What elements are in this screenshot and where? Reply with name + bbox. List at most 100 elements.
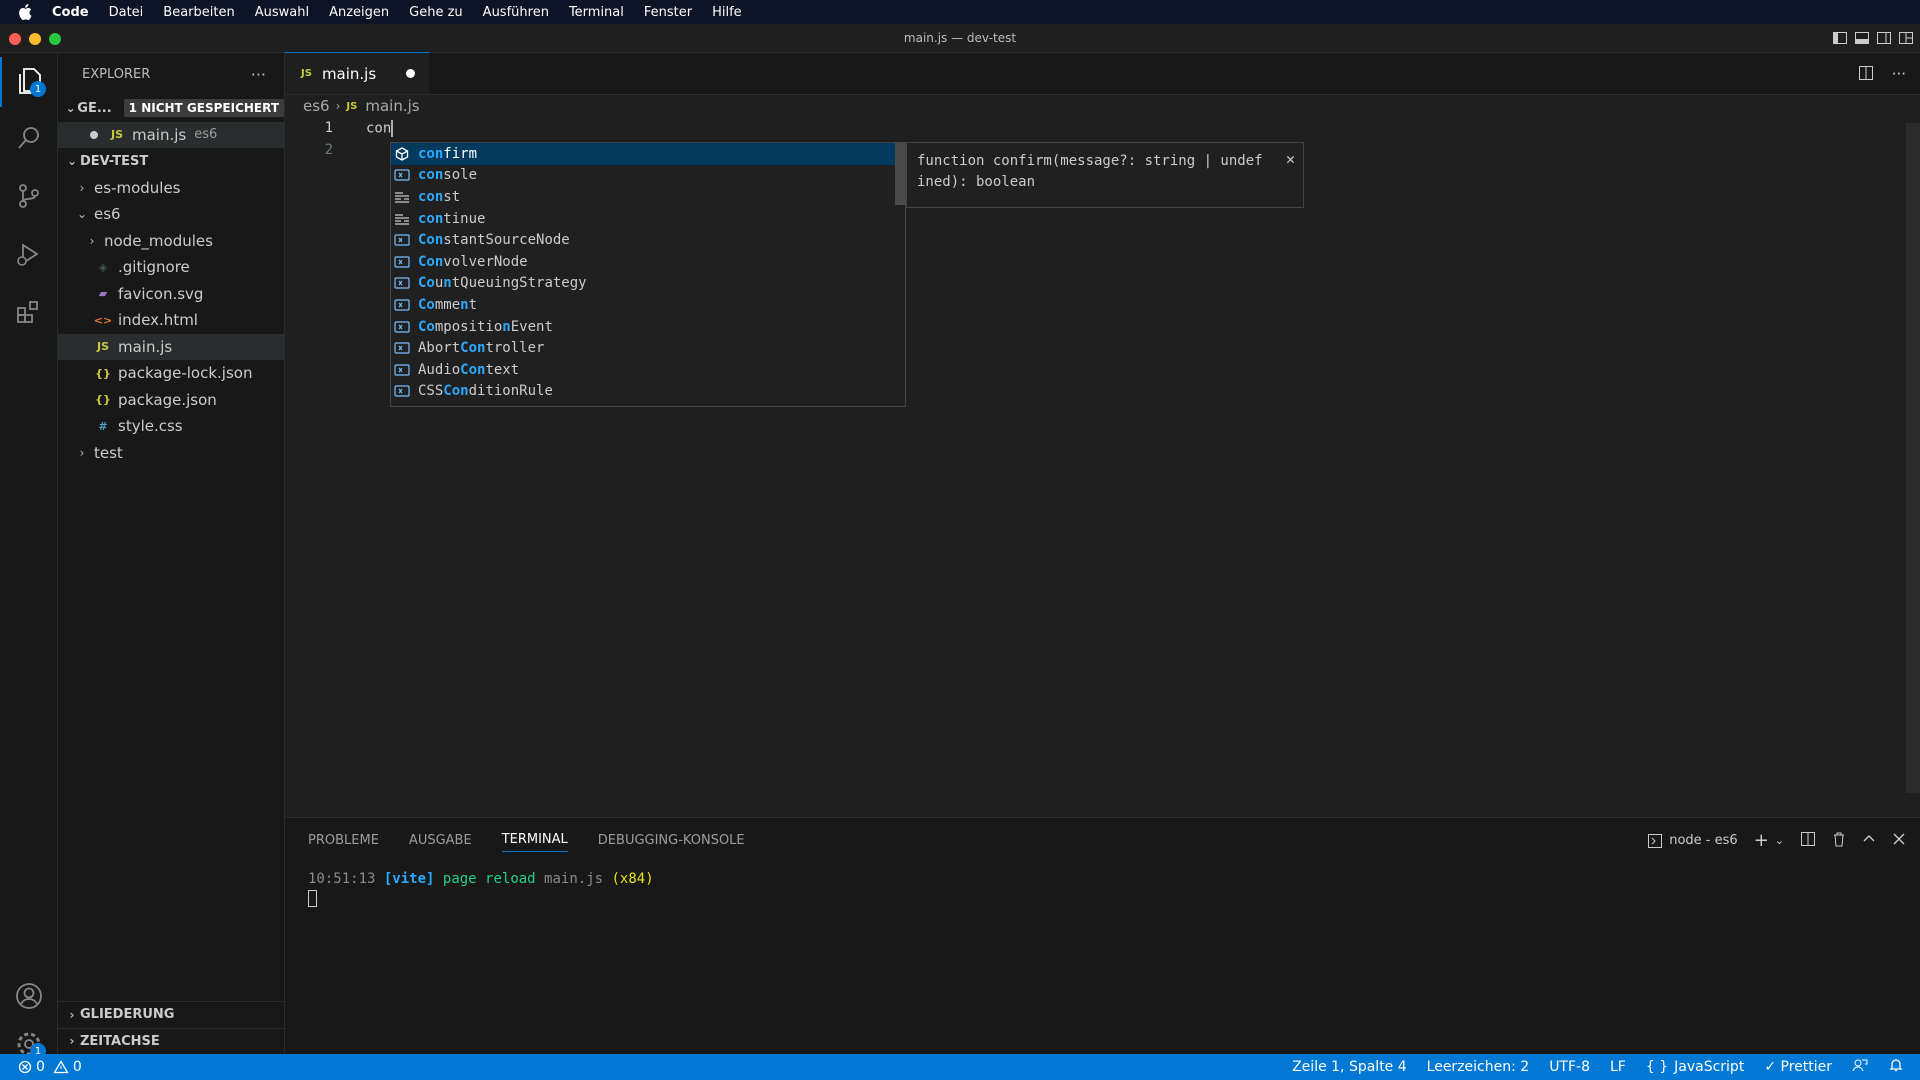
end-of-line[interactable]: LF bbox=[1610, 1059, 1626, 1075]
menu-bearbeiten[interactable]: Bearbeiten bbox=[163, 5, 234, 20]
menu-hilfe[interactable]: Hilfe bbox=[712, 5, 742, 20]
maximize-window-button[interactable] bbox=[49, 33, 61, 45]
tree-file[interactable]: ▰ favicon.svg bbox=[58, 281, 284, 308]
breadcrumb-folder[interactable]: es6 bbox=[303, 97, 330, 115]
menu-auswahl[interactable]: Auswahl bbox=[255, 5, 309, 20]
tab-ausgabe[interactable]: AUSGABE bbox=[409, 829, 472, 852]
tab-terminal[interactable]: TERMINAL bbox=[501, 828, 568, 852]
split-terminal-icon[interactable] bbox=[1800, 831, 1816, 851]
notifications-bell-icon[interactable] bbox=[1888, 1057, 1904, 1077]
menu-app-code[interactable]: Code bbox=[52, 5, 89, 20]
suggestion-item[interactable]: console bbox=[391, 165, 905, 187]
menu-datei[interactable]: Datei bbox=[109, 5, 144, 20]
encoding[interactable]: UTF-8 bbox=[1549, 1059, 1590, 1075]
workspace-section[interactable]: ⌄ DEV-TEST bbox=[58, 148, 284, 175]
menu-ausfuehren[interactable]: Ausführen bbox=[483, 5, 549, 20]
suggestion-item[interactable]: continue bbox=[391, 208, 905, 230]
suggestion-item[interactable]: CSSConditionRule bbox=[391, 381, 905, 403]
menu-terminal[interactable]: Terminal bbox=[569, 5, 624, 20]
outline-section[interactable]: › GLIEDERUNG bbox=[58, 1001, 285, 1028]
suggestion-item[interactable]: AbortController bbox=[391, 337, 905, 359]
run-debug-icon[interactable] bbox=[0, 229, 58, 279]
match-highlight: con bbox=[418, 210, 444, 227]
explorer-title: EXPLORER bbox=[82, 66, 151, 82]
indentation[interactable]: Leerzeichen: 2 bbox=[1427, 1059, 1530, 1075]
source-control-icon[interactable] bbox=[0, 171, 58, 221]
tree-folder[interactable]: ⌄ es6 bbox=[58, 201, 284, 228]
suggestion-item[interactable]: CompositionEvent bbox=[391, 316, 905, 338]
tree-file[interactable]: ◈ .gitignore bbox=[58, 254, 284, 281]
suggestion-item[interactable]: const bbox=[391, 186, 905, 208]
suggestion-item[interactable]: AudioContext bbox=[391, 359, 905, 381]
open-editors-section[interactable]: ⌄ GE... 1 NICHT GESPEICHERT bbox=[58, 95, 284, 122]
language-mode[interactable]: { } JavaScript bbox=[1646, 1059, 1744, 1075]
tree-item-label: package-lock.json bbox=[118, 364, 253, 383]
tree-folder[interactable]: › test bbox=[58, 440, 284, 467]
menu-fenster[interactable]: Fenster bbox=[644, 5, 692, 20]
code-text[interactable]: con bbox=[366, 119, 394, 137]
toggle-panel-icon[interactable] bbox=[1854, 30, 1870, 46]
unsaved-count-badge: 1 NICHT GESPEICHERT bbox=[123, 99, 284, 118]
suggestion-item[interactable]: CountQueuingStrategy bbox=[391, 273, 905, 295]
error-count: 0 bbox=[36, 1059, 45, 1075]
suggestion-text: sole bbox=[443, 167, 478, 184]
close-icon[interactable] bbox=[1892, 832, 1906, 850]
search-icon[interactable] bbox=[0, 113, 58, 163]
breadcrumb-file[interactable]: main.js bbox=[365, 97, 419, 115]
minimize-window-button[interactable] bbox=[29, 33, 41, 45]
code-line[interactable]: 1 con bbox=[285, 117, 1920, 139]
suggestion-item[interactable]: confirm bbox=[391, 143, 905, 165]
timeline-section[interactable]: › ZEITACHSE bbox=[58, 1027, 285, 1055]
tree-file[interactable]: # style.css bbox=[58, 413, 284, 440]
close-icon[interactable]: ✕ bbox=[1286, 149, 1295, 170]
toggle-secondary-sidebar-icon[interactable] bbox=[1876, 30, 1892, 46]
match-highlight: con bbox=[418, 145, 444, 162]
keyword-icon bbox=[394, 211, 410, 227]
chevron-down-icon[interactable]: ⌄ bbox=[1775, 834, 1784, 847]
tab-main-js[interactable]: JS main.js bbox=[285, 52, 429, 94]
close-window-button[interactable] bbox=[9, 33, 21, 45]
line-number: 2 bbox=[324, 142, 333, 158]
status-problems[interactable]: 0 0 bbox=[0, 1059, 82, 1075]
tab-debugging-konsole[interactable]: DEBUGGING-KONSOLE bbox=[598, 829, 745, 852]
split-editor-icon[interactable] bbox=[1858, 65, 1874, 85]
feedback-icon[interactable] bbox=[1852, 1057, 1868, 1077]
tree-file[interactable]: <> index.html bbox=[58, 307, 284, 334]
extensions-icon[interactable] bbox=[0, 287, 58, 337]
cursor-position[interactable]: Zeile 1, Spalte 4 bbox=[1292, 1059, 1407, 1075]
terminal-selector[interactable]: node - es6 bbox=[1647, 833, 1738, 849]
tab-probleme[interactable]: PROBLEME bbox=[308, 829, 379, 852]
suggest-scrollbar[interactable] bbox=[895, 143, 905, 205]
tree-file[interactable]: {} package-lock.json bbox=[58, 360, 284, 387]
unsaved-dot-icon[interactable] bbox=[90, 130, 98, 139]
trash-icon[interactable] bbox=[1832, 831, 1846, 851]
tree-file[interactable]: {} package.json bbox=[58, 387, 284, 414]
toggle-sidebar-icon[interactable] bbox=[1832, 30, 1848, 46]
account-icon[interactable] bbox=[0, 971, 58, 1021]
terminal-output[interactable]: 10:51:13 [vite] page reload main.js (x84… bbox=[285, 862, 1920, 912]
menu-anzeigen[interactable]: Anzeigen bbox=[329, 5, 389, 20]
explorer-icon[interactable]: 1 bbox=[0, 57, 58, 107]
chevron-right-icon: › bbox=[335, 99, 341, 113]
customize-layout-icon[interactable] bbox=[1898, 30, 1914, 46]
suggestion-item[interactable]: Comment bbox=[391, 294, 905, 316]
apple-icon[interactable] bbox=[18, 4, 34, 20]
new-terminal-icon[interactable]: + bbox=[1754, 830, 1769, 851]
open-editor-main-js[interactable]: JS main.js es6 bbox=[58, 121, 284, 148]
suggestion-item[interactable]: ConstantSourceNode bbox=[391, 229, 905, 251]
match-highlight: Co bbox=[418, 275, 435, 292]
menu-gehe-zu[interactable]: Gehe zu bbox=[409, 5, 463, 20]
more-actions-icon[interactable]: ··· bbox=[1892, 65, 1906, 85]
suggestion-item[interactable]: ConvolverNode bbox=[391, 251, 905, 273]
suggest-list: confirm console const continue ConstantSourc… bbox=[391, 143, 905, 402]
more-actions-icon[interactable]: ··· bbox=[251, 65, 266, 84]
tree-file[interactable]: JS main.js bbox=[58, 333, 284, 360]
variable-icon bbox=[394, 232, 410, 248]
tree-folder[interactable]: › es-modules bbox=[58, 175, 284, 202]
suggestion-text: mme bbox=[434, 296, 461, 313]
tree-folder[interactable]: › node_modules bbox=[58, 228, 284, 255]
editor-scrollbar[interactable] bbox=[1906, 123, 1920, 793]
unsaved-dot-icon[interactable] bbox=[406, 69, 415, 78]
maximize-panel-icon[interactable] bbox=[1862, 832, 1876, 850]
prettier-status[interactable]: ✓ Prettier bbox=[1764, 1059, 1832, 1075]
